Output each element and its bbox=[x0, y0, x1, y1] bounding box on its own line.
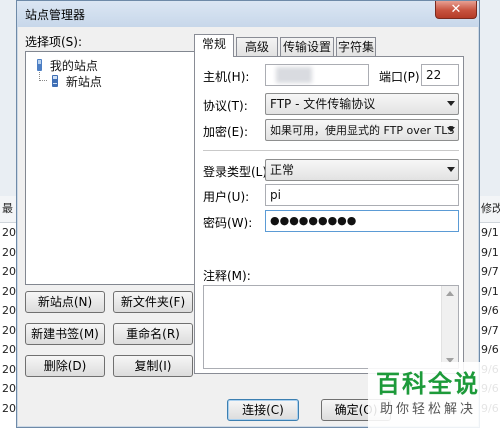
comments-textarea[interactable] bbox=[203, 285, 459, 369]
delete-button[interactable]: 删除(D) bbox=[25, 355, 105, 377]
protocol-select[interactable]: FTP - 文件传输协议 bbox=[265, 93, 459, 115]
host-label: 主机(H): bbox=[203, 70, 250, 84]
background-row: 9/7 bbox=[481, 323, 499, 337]
tree-item-my-sites[interactable]: 我的站点 bbox=[32, 57, 98, 73]
chevron-down-icon bbox=[447, 167, 455, 172]
background-row: 9/6 bbox=[481, 343, 499, 356]
encryption-label: 加密(E): bbox=[203, 125, 248, 139]
port-label: 端口(P): bbox=[379, 70, 424, 84]
title-bar[interactable]: 站点管理器 ✕ bbox=[17, 1, 479, 27]
user-label: 用户(U): bbox=[203, 190, 250, 204]
connect-button[interactable]: 连接(C) bbox=[227, 399, 299, 421]
tab-charset[interactable]: 字符集 bbox=[336, 37, 376, 57]
user-input[interactable]: pi bbox=[265, 184, 459, 206]
copy-button[interactable]: 复制(I) bbox=[113, 355, 193, 377]
tree-item-label: 我的站点 bbox=[49, 59, 98, 73]
site-icon bbox=[52, 75, 58, 87]
tree-item-label: 新站点 bbox=[65, 75, 102, 89]
watermark-title: 百科全说 bbox=[376, 370, 480, 398]
logon-type-select[interactable]: 正常 bbox=[265, 159, 459, 181]
tree-line bbox=[39, 80, 47, 81]
encryption-select[interactable]: 如果可用，使用显式的 FTP over TLS bbox=[265, 119, 459, 141]
password-input[interactable]: ●●●●●●●●● bbox=[265, 210, 459, 232]
site-tree[interactable]: 我的站点 新站点 bbox=[25, 51, 195, 285]
tree-item-new-site[interactable]: 新站点 bbox=[48, 73, 102, 89]
watermark-subtitle: 助你轻松解决 bbox=[380, 402, 477, 417]
background-row: 9/7 bbox=[481, 265, 499, 278]
background-row: 9/1 bbox=[481, 226, 499, 239]
select-entry-label: 选择项(S): bbox=[25, 35, 83, 49]
scroll-up-icon[interactable] bbox=[446, 290, 454, 296]
new-folder-button[interactable]: 新文件夹(F) bbox=[113, 291, 193, 313]
chevron-down-icon bbox=[447, 127, 455, 132]
background-right-header: 修改 bbox=[479, 196, 500, 223]
chevron-down-icon bbox=[447, 101, 455, 106]
divider bbox=[203, 150, 459, 151]
rename-button[interactable]: 重命名(R) bbox=[113, 323, 193, 345]
folder-icon bbox=[37, 59, 42, 71]
protocol-label: 协议(T): bbox=[203, 99, 248, 113]
host-input[interactable] bbox=[265, 64, 369, 86]
redacted-host bbox=[276, 67, 312, 83]
background-row: 9/1 bbox=[481, 245, 499, 259]
tab-transfer-settings[interactable]: 传输设置 bbox=[280, 37, 334, 57]
tab-advanced[interactable]: 高级 bbox=[236, 37, 278, 57]
dialog-title: 站点管理器 bbox=[25, 8, 86, 22]
encryption-value: 如果可用，使用显式的 FTP over TLS bbox=[270, 124, 455, 137]
background-row: 9/1 bbox=[481, 284, 499, 298]
general-tab-panel: 主机(H): 端口(P): 22 协议(T): FTP - 文件传输协议 加密(… bbox=[194, 56, 464, 374]
close-button[interactable]: ✕ bbox=[435, 1, 477, 19]
password-label: 密码(W): bbox=[203, 216, 253, 230]
new-bookmark-button[interactable]: 新建书签(M) bbox=[25, 323, 105, 345]
close-icon: ✕ bbox=[450, 2, 462, 17]
new-site-button[interactable]: 新站点(N) bbox=[25, 291, 105, 313]
protocol-value: FTP - 文件传输协议 bbox=[270, 97, 376, 111]
logon-type-value: 正常 bbox=[270, 163, 295, 177]
tab-general[interactable]: 常规 bbox=[194, 34, 234, 57]
port-input[interactable]: 22 bbox=[421, 64, 459, 86]
background-row: 9/6 bbox=[481, 304, 499, 317]
logon-type-label: 登录类型(L): bbox=[203, 165, 272, 179]
comments-scrollbar[interactable] bbox=[441, 286, 458, 368]
comments-label: 注释(M): bbox=[203, 269, 251, 283]
